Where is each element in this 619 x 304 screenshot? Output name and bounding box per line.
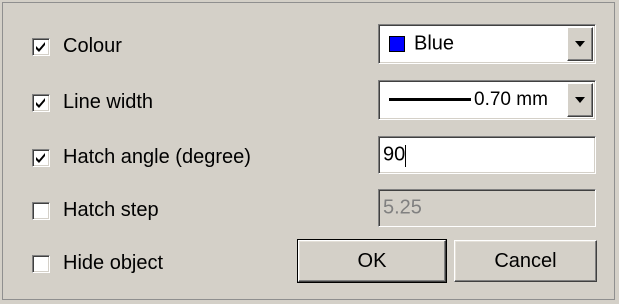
checkmark-icon [36, 41, 45, 52]
colour-option[interactable]: Colour [32, 35, 122, 58]
line-width-select[interactable]: 0.70 mm [378, 80, 596, 120]
colour-label: Colour [63, 35, 122, 57]
colour-select[interactable]: Blue [378, 24, 596, 64]
hatch-step-label: Hatch step [63, 199, 159, 221]
hide-object-checkbox[interactable] [32, 254, 50, 273]
checkmark-icon [36, 97, 45, 108]
hatch-angle-label: Hatch angle (degree) [63, 146, 251, 168]
hatch-angle-input[interactable]: 90 [378, 136, 596, 174]
hide-object-label: Hide object [63, 252, 164, 274]
hatch-angle-value: 90 [383, 143, 406, 166]
chevron-down-icon [575, 97, 585, 103]
hide-object-option[interactable]: Hide object [32, 252, 163, 275]
chevron-down-icon [575, 41, 585, 47]
hatch-step-option[interactable]: Hatch step [32, 199, 159, 222]
hatch-step-input: 5.25 [378, 189, 596, 227]
hatch-step-value: 5.25 [383, 196, 422, 219]
line-width-option[interactable]: Line width [32, 91, 153, 114]
text-cursor [405, 145, 406, 167]
colour-swatch [389, 36, 405, 52]
checkmark-icon [36, 152, 45, 163]
hatch-angle-checkbox[interactable] [32, 148, 50, 167]
ok-button[interactable]: OK [297, 239, 447, 283]
cancel-button[interactable]: Cancel [454, 240, 597, 282]
line-width-preview [389, 98, 471, 101]
line-width-checkbox[interactable] [32, 93, 50, 112]
line-width-dropdown-button[interactable] [567, 83, 593, 117]
hatch-step-checkbox[interactable] [32, 201, 50, 220]
colour-checkbox[interactable] [32, 37, 50, 56]
colour-select-value: Blue [414, 32, 455, 55]
line-width-select-value: 0.70 mm [474, 89, 548, 110]
line-width-label: Line width [63, 91, 154, 113]
hatch-angle-option[interactable]: Hatch angle (degree) [32, 146, 251, 169]
colour-dropdown-button[interactable] [567, 27, 593, 61]
